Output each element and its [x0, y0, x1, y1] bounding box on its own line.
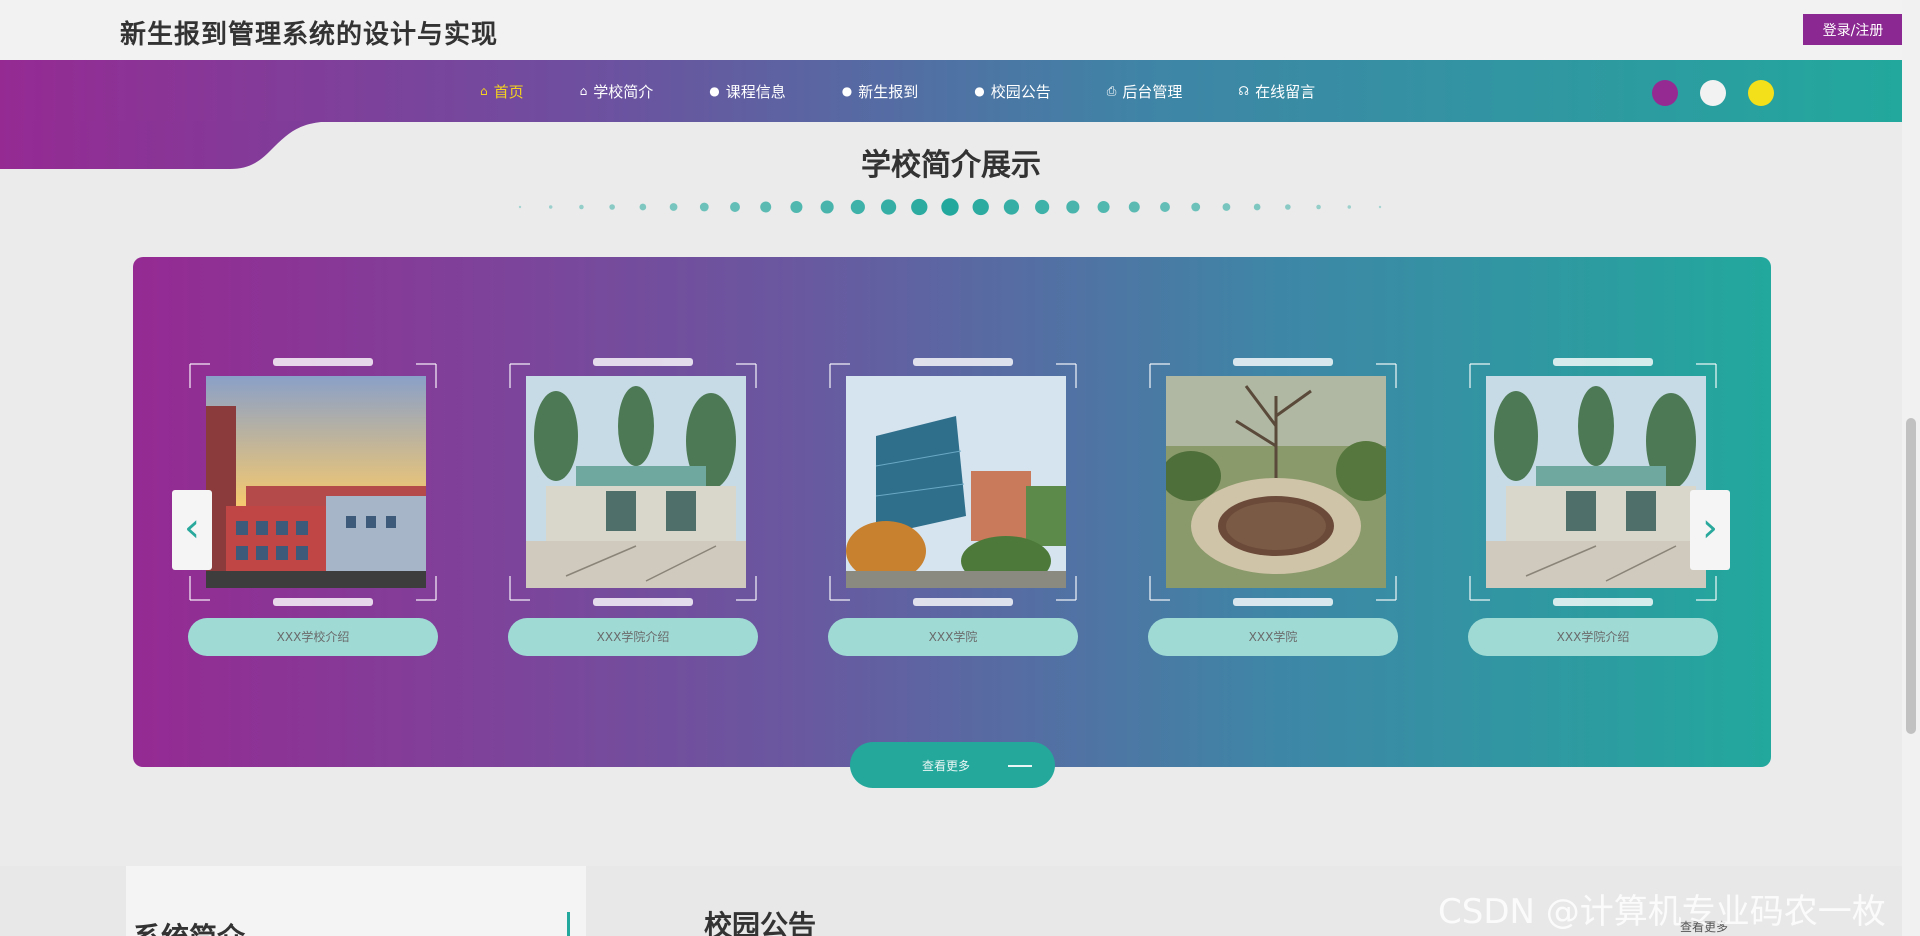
system-intro-title: 系统简介 [133, 916, 245, 936]
chevron-right-icon: › [1702, 505, 1718, 551]
chevron-left-icon: ‹ [184, 505, 200, 551]
decorative-dot [1191, 202, 1201, 212]
nav-item-admin[interactable]: ⎙ 后台管理 [1107, 81, 1183, 102]
school-photo-garden [1166, 376, 1386, 588]
decorative-dot [609, 204, 615, 210]
nav-item-label: 课程信息 [725, 82, 786, 101]
nav-item-courses[interactable]: ● 课程信息 [709, 81, 786, 102]
announcements-title: 校园公告 [704, 909, 817, 936]
card-caption: XXX学院介绍 [508, 618, 758, 656]
decorative-dot [1378, 205, 1382, 209]
decorative-dot [1066, 200, 1080, 214]
carousel-prev-button[interactable]: ‹ [172, 490, 212, 570]
card-caption: XXX学院 [828, 618, 1078, 656]
decorative-dot [911, 198, 928, 216]
decorative-dot [1253, 203, 1261, 211]
decorative-dot [972, 198, 989, 216]
main-nav: ⌂ 首页 ⌂ 学校简介 ● 课程信息 ● 新生报到 ● 校园公告 ⎙ 后台管理 … [480, 60, 1371, 122]
decorative-dot [790, 200, 803, 214]
school-photo-sunset [206, 376, 426, 588]
decorative-dot [1003, 199, 1020, 215]
card-caption: XXX学校介绍 [188, 618, 438, 656]
decorative-dot [1316, 204, 1321, 210]
decorative-dot [1035, 199, 1050, 215]
school-photo-gate [526, 376, 746, 588]
theme-dot-purple[interactable] [1652, 80, 1678, 106]
school-photo-gate-2 [1486, 376, 1706, 588]
decorative-dot [850, 199, 865, 215]
decorative-dot [730, 202, 740, 212]
nav-item-announcements[interactable]: ● 校园公告 [974, 81, 1051, 102]
decorative-dot [518, 205, 522, 209]
decorative-dot [941, 198, 959, 216]
decorative-dot [579, 204, 584, 210]
circle-icon: ● [841, 84, 853, 98]
decorative-dot [699, 202, 709, 212]
decorative-dot [548, 205, 553, 209]
decorative-dot [1285, 204, 1291, 210]
decorative-dot [1128, 201, 1140, 213]
home-icon: ⌂ [480, 84, 488, 98]
school-photo-glass-building [846, 376, 1066, 588]
theme-dot-yellow[interactable] [1748, 80, 1774, 106]
bag-icon: ⌂ [579, 84, 588, 98]
headset-icon: ☊ [1238, 84, 1250, 98]
circle-icon: ● [974, 84, 985, 98]
top-header: 新生报到管理系统的设计与实现 登录/注册 [0, 0, 1920, 61]
theme-switcher [1652, 80, 1796, 106]
circle-icon: ● [709, 84, 720, 98]
section-divider [567, 912, 570, 936]
page: 新生报到管理系统的设计与实现 登录/注册 ⌂ 首页 ⌂ 学校简介 ● 课程信息 … [0, 0, 1920, 936]
nav-item-label: 后台管理 [1122, 82, 1183, 101]
decorative-dot [880, 199, 897, 215]
watermark: CSDN @计算机专业码农一枚 [1438, 892, 1886, 932]
nav-item-home[interactable]: ⌂ 首页 [480, 81, 524, 102]
nav-item-messages[interactable]: ☊ 在线留言 [1238, 81, 1315, 102]
nav-item-label: 校园公告 [990, 82, 1051, 101]
decorative-dot [820, 200, 834, 214]
decorative-dot-row [518, 198, 1382, 216]
nav-item-school-intro[interactable]: ⌂ 学校简介 [580, 81, 654, 102]
decorative-dot [1347, 205, 1352, 209]
decorative-dot [760, 201, 772, 213]
decorative-dot [639, 203, 647, 211]
nav-item-label: 首页 [493, 82, 524, 101]
site-title: 新生报到管理系统的设计与实现 [120, 20, 499, 50]
view-more-button[interactable]: 查看更多 [850, 742, 1055, 788]
theme-dot-white[interactable] [1700, 80, 1726, 106]
nav-item-registration[interactable]: ● 新生报到 [842, 81, 919, 102]
decorative-dot [669, 203, 678, 211]
nav-item-label: 新生报到 [858, 82, 919, 101]
decorative-dot [1160, 202, 1170, 212]
decorative-dot [1222, 203, 1231, 211]
arrow-line-icon [1008, 765, 1032, 767]
card-caption: XXX学院 [1148, 618, 1398, 656]
carousel-next-button[interactable]: › [1690, 490, 1730, 570]
login-register-button[interactable]: 登录/注册 [1803, 14, 1903, 45]
view-more-label: 查看更多 [922, 759, 971, 773]
scrollbar-thumb[interactable] [1906, 418, 1916, 734]
nav-item-label: 学校简介 [593, 82, 654, 101]
nav-item-label: 在线留言 [1255, 82, 1316, 101]
section-title: 学校简介展示 [861, 148, 1041, 183]
decorative-dot [1097, 200, 1110, 214]
card-caption: XXX学院介绍 [1468, 618, 1718, 656]
printer-icon: ⎙ [1106, 83, 1117, 98]
